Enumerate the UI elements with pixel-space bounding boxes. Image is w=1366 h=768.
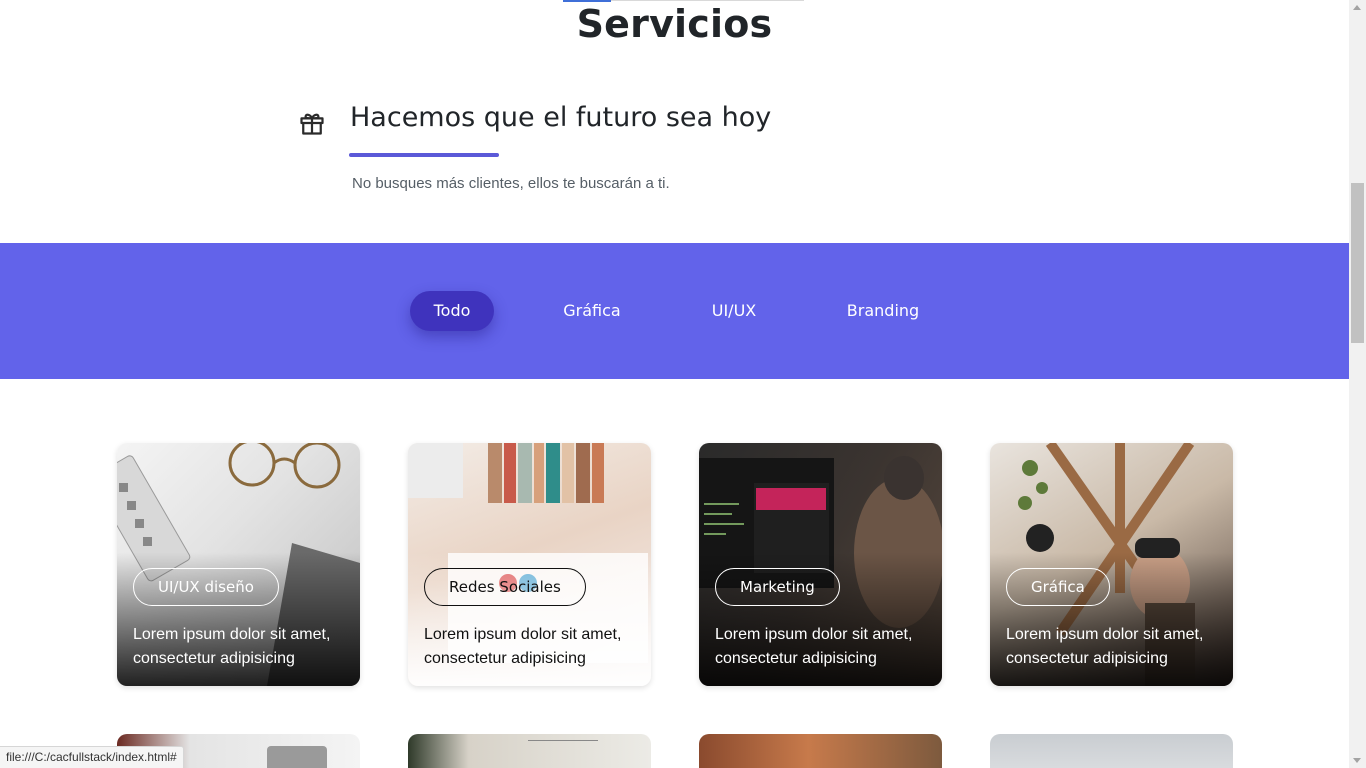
card-tag[interactable]: Redes Sociales [424,568,586,606]
service-card[interactable]: UI/UX diseño Lorem ipsum dolor sit amet,… [117,443,360,686]
service-card[interactable]: Marketing Lorem ipsum dolor sit amet, co… [699,443,942,686]
scroll-down-icon[interactable] [1353,758,1361,763]
card-tag[interactable]: Gráfica [1006,568,1110,606]
card-description: Lorem ipsum dolor sit amet, consectetur … [133,626,331,667]
feature-block: Hacemos que el futuro sea hoy No busques… [298,100,998,210]
card-description: Lorem ipsum dolor sit amet, consectetur … [424,626,622,667]
card-description: Lorem ipsum dolor sit amet, consectetur … [1006,626,1204,667]
section-title: Servicios [576,2,773,46]
feature-text: No busques más clientes, ellos te buscar… [352,175,670,192]
gift-icon [300,113,324,135]
service-card[interactable] [408,734,651,768]
filter-todo[interactable]: Todo [410,291,494,331]
card-tag[interactable]: Marketing [715,568,840,606]
feature-heading: Hacemos que el futuro sea hoy [350,102,772,133]
filter-uiux[interactable]: UI/UX [694,291,774,331]
card-description: Lorem ipsum dolor sit amet, consectetur … [715,626,913,667]
card-tag[interactable]: UI/UX diseño [133,568,279,606]
scroll-up-icon[interactable] [1353,5,1361,10]
service-card[interactable] [699,734,942,768]
heading-underline [349,153,499,157]
card-image [528,740,598,766]
service-card[interactable]: Redes Sociales Lorem ipsum dolor sit ame… [408,443,651,686]
scrollbar-thumb[interactable] [1351,183,1364,343]
service-card[interactable] [990,734,1233,768]
card-image [267,746,327,768]
link-status-bar: file:///C:/cacfullstack/index.html# [0,746,184,768]
vertical-scrollbar[interactable] [1349,0,1366,768]
nav-divider [611,0,804,1]
filter-bar: Todo Gráfica UI/UX Branding [0,243,1349,379]
filter-grafica[interactable]: Gráfica [550,291,634,331]
service-card[interactable]: Gráfica Lorem ipsum dolor sit amet, cons… [990,443,1233,686]
filter-branding[interactable]: Branding [838,291,928,331]
